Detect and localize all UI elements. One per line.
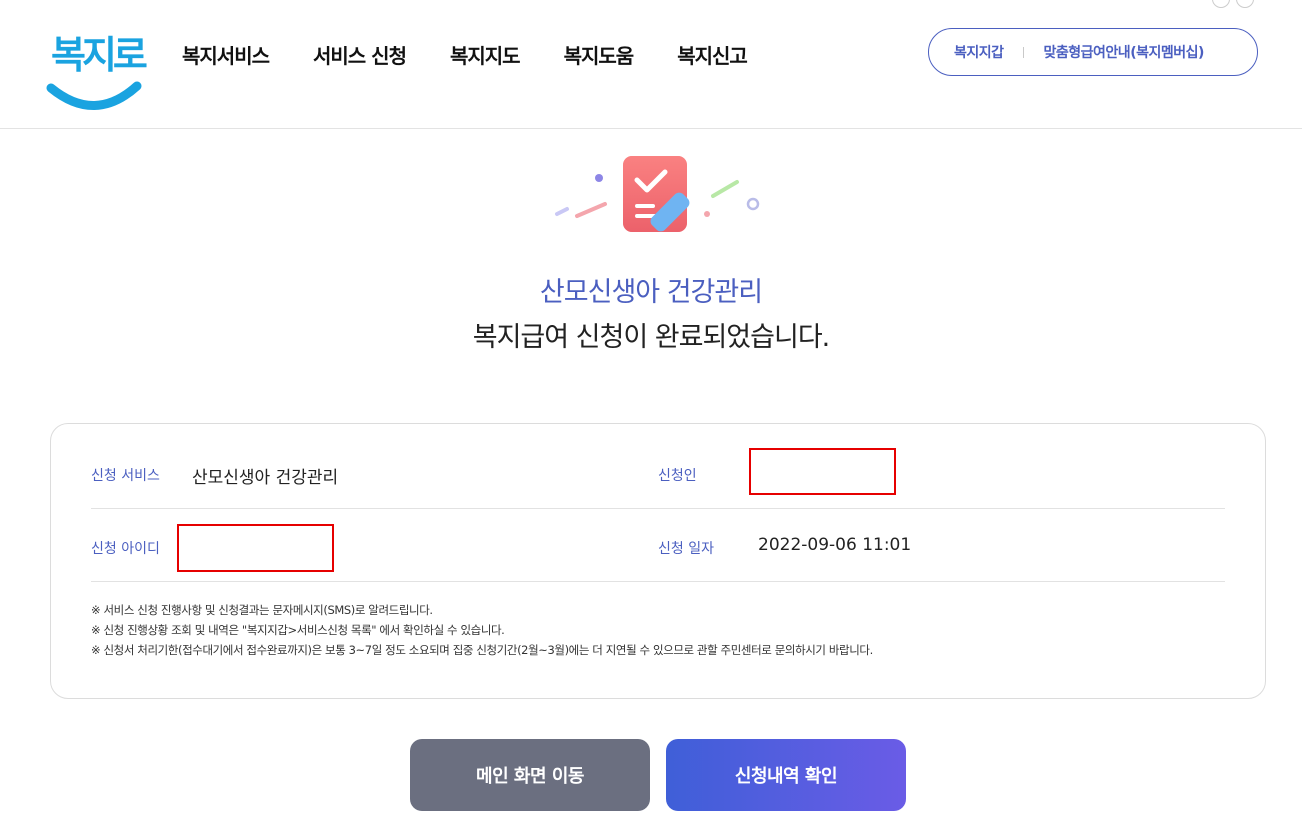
check-history-button[interactable]: 신청내역 확인 [666,739,906,811]
application-info-box: 신청 서비스 산모신생아 건강관리 신청인 신청 아이디 신청 일자 2022-… [50,423,1266,699]
date-value: 2022-09-06 11:01 [758,535,912,555]
welfare-wallet-link[interactable]: 복지지갑 [954,42,1004,62]
nav-service-apply[interactable]: 서비스 신청 [313,40,407,69]
redacted-id [177,524,334,572]
row-divider [91,581,1225,582]
nav-welfare-report[interactable]: 복지신고 [677,40,748,69]
bokjiro-logo[interactable]: 복지로 [45,22,148,112]
service-title: 산모신생아 건강관리 [539,277,763,308]
notice-list: ※ 서비스 신청 진행사항 및 신청결과는 문자메시지(SMS)로 알려드립니다… [91,600,873,660]
utility-links: 복지지갑 맞춤형급여안내(복지멤버십) [928,28,1258,76]
logo-smile-icon [46,81,142,110]
divider [1022,46,1024,58]
applicant-label: 신청인 [658,468,697,484]
custom-benefit-link[interactable]: 맞춤형급여안내(복지멤버십) [1044,42,1205,62]
checklist-pencil-icon [555,156,760,232]
go-main-button[interactable]: 메인 화면 이동 [410,739,650,811]
service-value: 산모신생아 건강관리 [192,468,339,488]
nav-welfare-help[interactable]: 복지도움 [564,40,635,69]
nav-welfare-services[interactable]: 복지서비스 [182,40,270,69]
service-label: 신청 서비스 [91,468,160,484]
date-label: 신청 일자 [658,541,714,557]
completion-message: 복지급여 신청이 완료되었습니다. [472,322,831,353]
notice-item: ※ 서비스 신청 진행사항 및 신청결과는 문자메시지(SMS)로 알려드립니다… [91,603,433,617]
logo-text: 복지로 [51,33,148,77]
id-label: 신청 아이디 [91,541,160,557]
main-nav: 복지서비스 서비스 신청 복지지도 복지도움 복지신고 [182,40,791,69]
corner-controls[interactable] [1212,0,1260,12]
notice-item: ※ 신청 진행상황 조회 및 내역은 "복지지갑>서비스신청 목록" 에서 확인… [91,623,505,637]
row-divider [91,508,1225,509]
redacted-applicant [749,448,896,495]
nav-welfare-map[interactable]: 복지지도 [450,40,521,69]
site-header: 복지로 복지서비스 서비스 신청 복지지도 복지도움 복지신고 복지지갑 맞춤형… [0,0,1302,129]
notice-item: ※ 신청서 처리기한(접수대기에서 접수완료까지)은 보통 3~7일 정도 소요… [91,643,873,657]
